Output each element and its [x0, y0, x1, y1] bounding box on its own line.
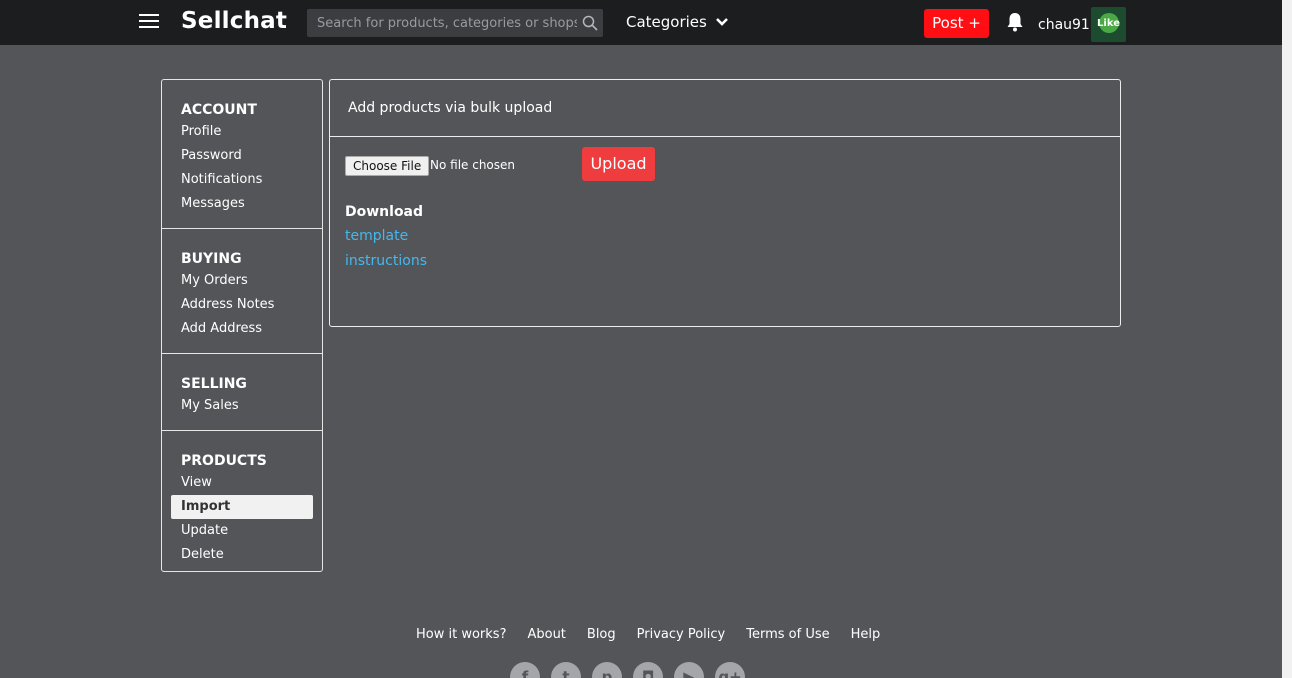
footer-link-help[interactable]: Help: [851, 627, 881, 642]
sidebar-item-messages[interactable]: Messages: [162, 192, 322, 216]
file-status: No file chosen: [430, 158, 516, 172]
scrollbar[interactable]: [1282, 0, 1292, 678]
sidebar-item-notifications[interactable]: Notifications: [162, 168, 322, 192]
sidebar-item-my-orders[interactable]: My Orders: [162, 269, 322, 293]
account-sidebar: ACCOUNT Profile Password Notifications M…: [161, 79, 323, 572]
pinterest-icon[interactable]: p: [592, 662, 622, 678]
sidebar-item-import[interactable]: Import: [171, 495, 313, 519]
instagram-icon[interactable]: ◘: [633, 662, 663, 678]
post-button[interactable]: Post +: [924, 9, 989, 38]
choose-file-button[interactable]: Choose File: [345, 156, 430, 176]
bulk-upload-panel: Add products via bulk upload Choose File…: [329, 79, 1121, 327]
sidebar-section-buying: BUYING My Orders Address Notes Add Addre…: [162, 229, 322, 354]
youtube-icon[interactable]: ▶: [674, 662, 704, 678]
footer-link-privacy-policy[interactable]: Privacy Policy: [637, 627, 726, 642]
template-link[interactable]: template: [345, 228, 408, 244]
sidebar-item-add-address[interactable]: Add Address: [162, 317, 322, 341]
sidebar-item-my-sales[interactable]: My Sales: [162, 394, 322, 418]
username[interactable]: chau91: [1038, 17, 1090, 33]
sidebar-section-products: PRODUCTS View Import Update Delete: [162, 431, 322, 579]
footer-links: How it works? About Blog Privacy Policy …: [416, 627, 901, 642]
categories-dropdown[interactable]: Categories: [626, 13, 729, 31]
section-title: SELLING: [181, 376, 247, 392]
sidebar-item-delete[interactable]: Delete: [162, 543, 322, 567]
google-plus-icon[interactable]: g+: [715, 662, 745, 678]
top-navbar: Sellchat Categories Post + chau91 Like: [0, 0, 1282, 45]
footer-link-terms-of-use[interactable]: Terms of Use: [746, 627, 829, 642]
download-heading: Download: [345, 204, 424, 220]
avatar-text: Like: [1097, 18, 1120, 29]
categories-label: Categories: [626, 13, 707, 31]
footer-link-how-it-works[interactable]: How it works?: [416, 627, 506, 642]
section-title: PRODUCTS: [181, 453, 267, 469]
sidebar-item-update[interactable]: Update: [162, 519, 322, 543]
sidebar-section-selling: SELLING My Sales: [162, 354, 322, 431]
sidebar-item-view[interactable]: View: [162, 471, 322, 495]
footer-link-about[interactable]: About: [527, 627, 565, 642]
sidebar-item-password[interactable]: Password: [162, 144, 322, 168]
menu-icon[interactable]: [139, 14, 159, 30]
sidebar-section-account: ACCOUNT Profile Password Notifications M…: [162, 80, 322, 229]
avatar[interactable]: Like: [1091, 7, 1126, 42]
facebook-icon[interactable]: f: [510, 662, 540, 678]
upload-button[interactable]: Upload: [582, 147, 655, 181]
sidebar-item-address-notes[interactable]: Address Notes: [162, 293, 322, 317]
search-bar: [307, 9, 603, 37]
instructions-link[interactable]: instructions: [345, 253, 427, 269]
brand-logo[interactable]: Sellchat: [181, 8, 287, 34]
section-title: BUYING: [181, 251, 242, 267]
twitter-icon[interactable]: t: [551, 662, 581, 678]
search-input[interactable]: [307, 9, 577, 37]
search-icon[interactable]: [582, 15, 598, 31]
chevron-down-icon: [715, 18, 728, 26]
section-title: ACCOUNT: [181, 102, 257, 118]
footer-link-blog[interactable]: Blog: [587, 627, 616, 642]
social-icons: f t p ◘ ▶ g+: [510, 662, 756, 678]
sidebar-item-profile[interactable]: Profile: [162, 120, 322, 144]
bell-icon[interactable]: [1006, 12, 1024, 32]
panel-title: Add products via bulk upload: [330, 80, 1120, 137]
